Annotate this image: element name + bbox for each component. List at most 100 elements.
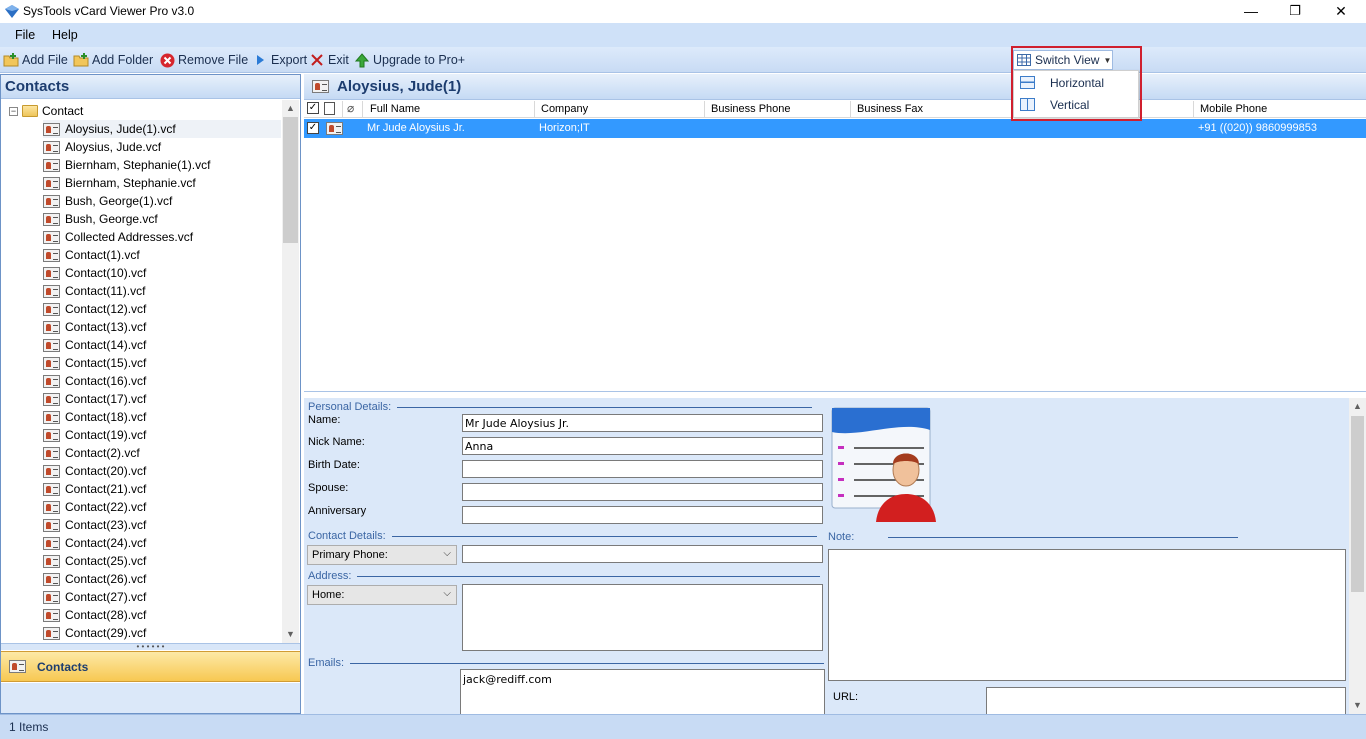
vertical-label: Vertical [1050,98,1090,112]
remove-file-button[interactable]: Remove File [159,51,248,69]
list-item[interactable]: Contact(19).vcf [43,426,281,444]
phone-type-value: Primary Phone: [312,549,388,561]
list-item[interactable]: Contact(24).vcf [43,534,281,552]
scroll-down-icon[interactable]: ▼ [282,626,299,643]
column-mobile-phone[interactable]: Mobile Phone [1200,103,1267,115]
list-item-label: Contact(28).vcf [65,608,147,622]
exit-x-icon [309,52,325,68]
export-button[interactable]: Export [252,51,307,69]
name-field[interactable]: Mr Jude Aloysius Jr. [462,414,823,432]
list-item-label: Contact(11).vcf [65,284,146,298]
nick-name-label: Nick Name: [308,436,365,448]
list-item[interactable]: Contact(2).vcf [43,444,281,462]
list-item[interactable]: Aloysius, Jude.vcf [43,138,281,156]
spouse-field[interactable] [462,483,823,501]
list-item[interactable]: Contact(20).vcf [43,462,281,480]
vcard-file-icon [43,284,60,298]
email-field[interactable]: jack@rediff.com [460,669,825,714]
anniversary-field[interactable] [462,506,823,524]
add-folder-button[interactable]: Add Folder [73,51,153,69]
vcard-file-icon [43,446,60,460]
list-item[interactable]: Collected Addresses.vcf [43,228,281,246]
select-all-checkbox[interactable]: ✓ [307,102,319,114]
details-scrollbar[interactable]: ▲ ▼ [1349,398,1366,714]
row-checkbox[interactable]: ✓ [307,122,319,134]
scroll-up-icon[interactable]: ▲ [282,100,299,117]
address-section: Address: [308,570,821,582]
grid-view-icon [1017,54,1031,66]
window-title: SysTools vCard Viewer Pro v3.0 [23,4,195,18]
anniversary-label: Anniversary [308,505,367,517]
switch-view-button[interactable]: Switch View ▼ [1013,50,1113,70]
column-business-phone[interactable]: Business Phone [711,103,791,115]
restore-button[interactable]: ❐ [1272,0,1318,23]
section-divider [888,536,1239,538]
tree-root-contact[interactable]: − Contact [9,102,83,120]
section-divider [397,406,813,408]
list-item[interactable]: Contact(12).vcf [43,300,281,318]
list-item[interactable]: Contact(21).vcf [43,480,281,498]
list-item[interactable]: Contact(23).vcf [43,516,281,534]
list-item[interactable]: Contact(10).vcf [43,264,281,282]
menu-item-vertical[interactable]: Vertical [1014,94,1138,116]
exit-button[interactable]: Exit [309,51,349,69]
list-item[interactable]: Contact(26).vcf [43,570,281,588]
menu-help[interactable]: Help [52,28,78,42]
column-full-name[interactable]: Full Name [370,103,420,115]
attachment-icon: ⌀ [347,101,355,115]
column-separator [342,101,343,117]
list-item[interactable]: Biernham, Stephanie.vcf [43,174,281,192]
url-field[interactable] [986,687,1346,714]
column-company[interactable]: Company [541,103,588,115]
list-item[interactable]: Contact(22).vcf [43,498,281,516]
horizontal-layout-icon [1020,76,1035,89]
list-item[interactable]: Aloysius, Jude(1).vcf [43,120,281,138]
column-business-fax[interactable]: Business Fax [857,103,923,115]
add-file-button[interactable]: Add File [3,51,68,69]
list-item[interactable]: Contact(13).vcf [43,318,281,336]
list-item[interactable]: Contact(17).vcf [43,390,281,408]
list-item[interactable]: Contact(18).vcf [43,408,281,426]
list-item[interactable]: Contact(27).vcf [43,588,281,606]
list-item[interactable]: Bush, George.vcf [43,210,281,228]
scroll-thumb[interactable] [283,117,298,243]
phone-type-select[interactable]: Primary Phone: ⌵ [307,545,457,565]
menu-item-horizontal[interactable]: Horizontal [1014,72,1138,94]
tree-root-label: Contact [42,104,84,118]
column-separator [1193,101,1194,117]
list-item[interactable]: Contact(29).vcf [43,624,281,642]
add-folder-label: Add Folder [92,53,154,67]
address-type-select[interactable]: Home: ⌵ [307,585,457,605]
contact-details: Personal Details: Name: Mr Jude Aloysius… [304,398,1349,714]
list-item[interactable]: Contact(14).vcf [43,336,281,354]
panel-splitter[interactable]: • • • • • • [1,643,300,651]
list-item[interactable]: Biernham, Stephanie(1).vcf [43,156,281,174]
close-button[interactable]: ✕ [1318,0,1364,23]
nick-name-field[interactable]: Anna [462,437,823,455]
vcard-file-icon [43,536,60,550]
collapse-icon[interactable]: − [9,106,18,116]
tree-scrollbar[interactable]: ▲ ▼ [282,100,299,643]
list-item[interactable]: Contact(25).vcf [43,552,281,570]
nav-contacts[interactable]: Contacts [1,651,300,682]
phone-field[interactable] [462,545,823,563]
upgrade-button[interactable]: Upgrade to Pro+ [354,51,465,69]
scroll-up-icon[interactable]: ▲ [1349,398,1366,415]
list-item[interactable]: Contact(28).vcf [43,606,281,624]
minimize-button[interactable]: — [1228,0,1274,23]
list-item[interactable]: Contact(11).vcf [43,282,281,300]
list-item[interactable]: Bush, George(1).vcf [43,192,281,210]
address-field[interactable] [462,584,823,651]
list-item[interactable]: Contact(15).vcf [43,354,281,372]
scroll-down-icon[interactable]: ▼ [1349,697,1366,714]
contact-tree: − Contact Aloysius, Jude(1).vcf Aloysius,… [1,100,282,643]
scroll-thumb[interactable] [1351,416,1364,592]
table-row[interactable]: ✓ Mr Jude Aloysius Jr. Horizon;IT +91 ((… [304,119,1366,138]
list-item[interactable]: Contact(16).vcf [43,372,281,390]
list-item[interactable]: Contact(1).vcf [43,246,281,264]
export-label: Export [271,53,308,67]
note-field[interactable] [828,549,1346,681]
contact-header-title: Aloysius, Jude(1) [337,78,462,95]
menu-file[interactable]: File [15,28,35,42]
birth-date-field[interactable] [462,460,823,478]
